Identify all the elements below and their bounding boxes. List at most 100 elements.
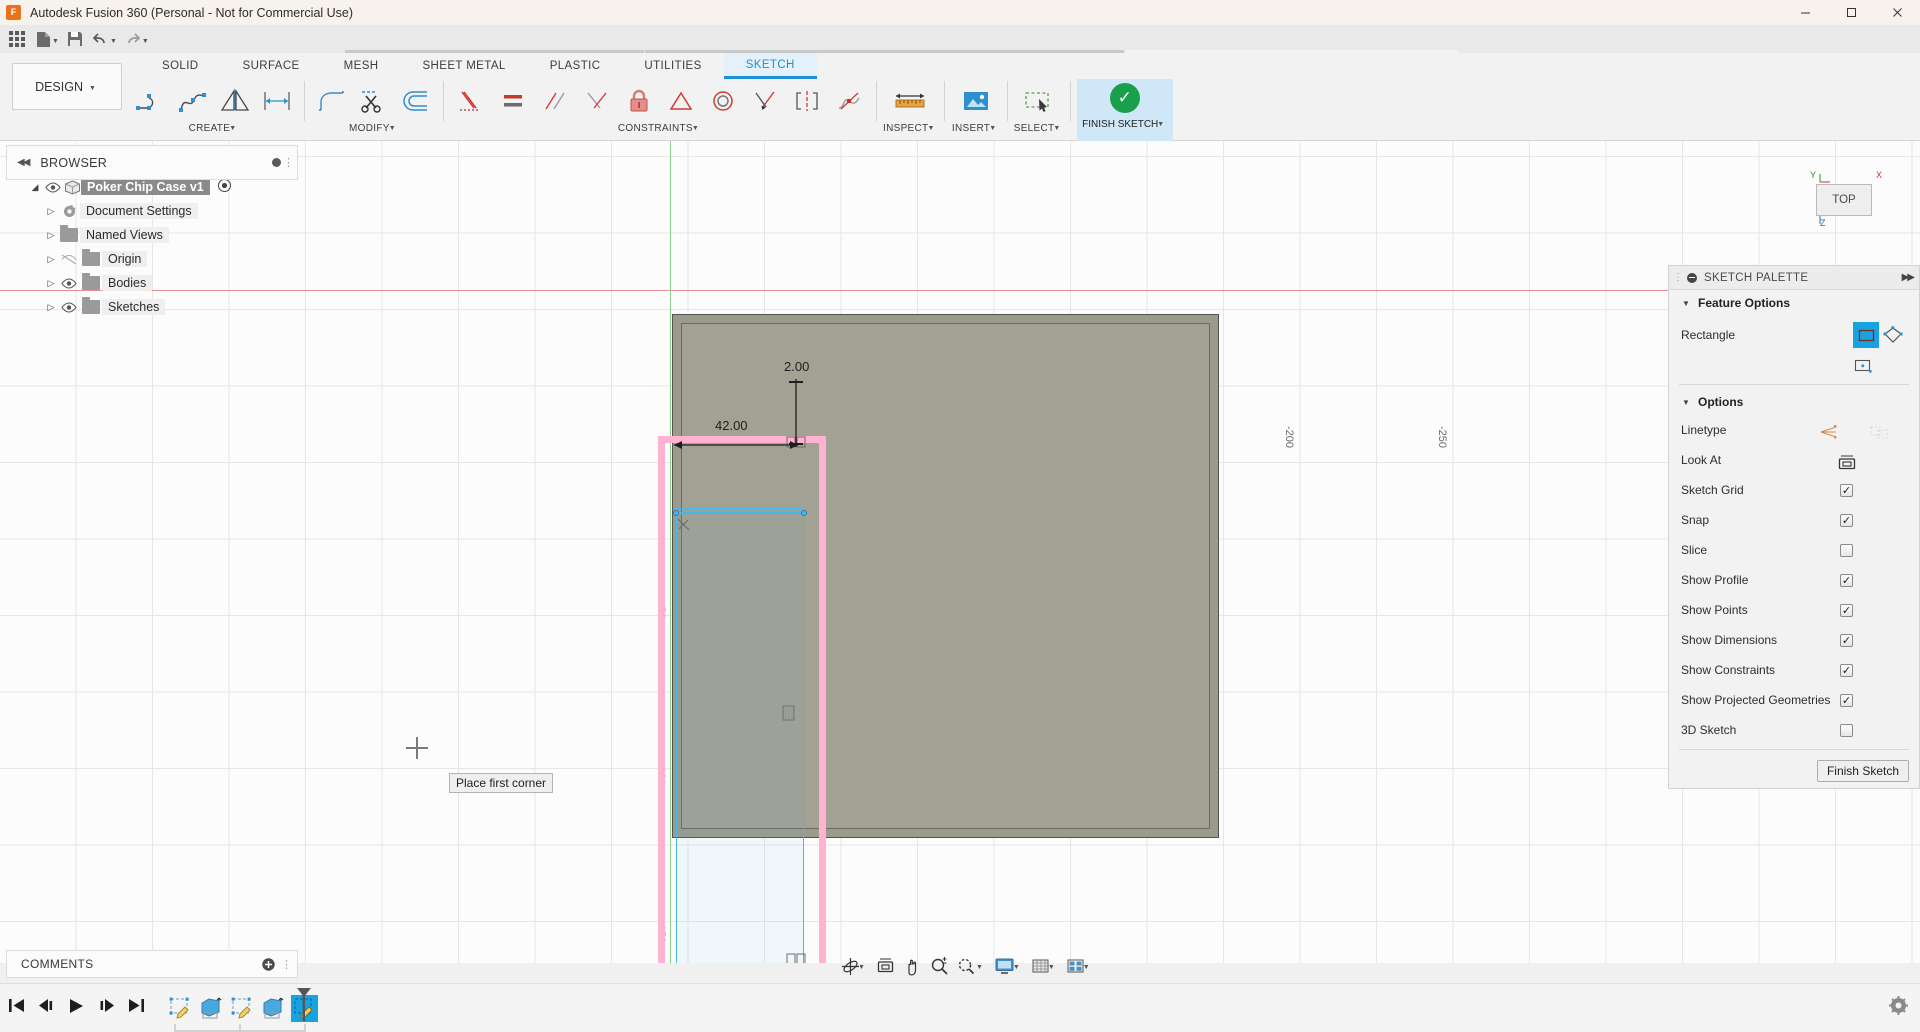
panel-grip-icon[interactable]: ⋮ (1673, 272, 1683, 283)
ribbon-tab-solid[interactable]: SOLID (140, 53, 221, 79)
comments-panel[interactable]: COMMENTS ⋮ (6, 950, 298, 978)
expand-triangle-icon[interactable]: ◢ (28, 180, 42, 194)
activate-component-icon[interactable] (217, 179, 231, 195)
perpendicular-constraint-icon[interactable] (576, 79, 618, 123)
minimize-panel-icon[interactable] (1687, 272, 1697, 283)
expand-triangle-icon[interactable]: ▷ (44, 300, 58, 314)
app-grid-icon[interactable] (4, 27, 30, 51)
measure-tool-icon[interactable] (885, 79, 935, 123)
minimize-button[interactable] (1782, 0, 1828, 25)
close-button[interactable] (1874, 0, 1920, 25)
slice-checkbox[interactable]: ✓ (1840, 543, 1853, 557)
viewports-button[interactable]: ▼ (1063, 953, 1096, 979)
chevron-down-icon[interactable]: ▼ (389, 125, 396, 132)
skip-to-end-button[interactable] (128, 998, 145, 1018)
dimension-value-2[interactable]: 2.00 (784, 359, 809, 374)
spline-tool-icon[interactable] (172, 79, 214, 123)
constraint-glyph-perpendicular[interactable] (676, 517, 692, 533)
rectangle-3point-icon[interactable] (1879, 325, 1907, 345)
select-tool-icon[interactable] (1014, 79, 1064, 123)
browser-item-bodies[interactable]: ▷ Bodies (6, 271, 298, 295)
concentric-constraint-icon[interactable] (702, 79, 744, 123)
viewports-chevron-down-icon[interactable]: ▼ (1083, 962, 1090, 971)
expand-panel-icon[interactable]: ▶▶ (1902, 272, 1915, 283)
chevron-down-icon[interactable]: ▼ (229, 125, 236, 132)
sketch-rectangle[interactable] (676, 508, 804, 963)
ribbon-tab-sketch[interactable]: SKETCH (723, 53, 817, 79)
ribbon-tab-mesh[interactable]: MESH (322, 53, 401, 79)
symmetry-constraint-icon[interactable] (786, 79, 828, 123)
look-at-icon[interactable] (1837, 454, 1857, 469)
section-feature-options[interactable]: ▼ Feature Options (1669, 290, 1919, 316)
normal-construction-line-icon[interactable] (1819, 424, 1839, 438)
chevron-down-icon[interactable]: ▼ (1053, 125, 1060, 132)
horizontal-vertical-constraint-icon[interactable] (450, 79, 492, 123)
timeline-settings-gear-icon[interactable] (1889, 996, 1908, 1020)
orbit-chevron-down-icon[interactable]: ▼ (858, 962, 865, 971)
pan-button[interactable] (900, 953, 925, 979)
chevron-down-icon[interactable]: ▼ (989, 125, 996, 132)
collapse-panel-icon[interactable]: ◀◀ (17, 157, 30, 168)
timeline-marker-icon[interactable] (296, 987, 312, 1026)
trim-tool-icon[interactable] (353, 79, 395, 123)
timeline-feature-sketch-2[interactable] (229, 995, 256, 1022)
fillet-tool-icon[interactable] (311, 79, 353, 123)
rectangle-center-icon[interactable] (1853, 358, 1875, 377)
grid-chevron-down-icon[interactable]: ▼ (1048, 962, 1055, 971)
ribbon-tab-sheet-metal[interactable]: SHEET METAL (400, 53, 527, 79)
chevron-down-icon[interactable]: ▼ (692, 125, 699, 132)
browser-item-sketches[interactable]: ▷ Sketches (6, 295, 298, 319)
browser-item-document-settings[interactable]: ▷ Document Settings (6, 199, 298, 223)
panel-resize-grip[interactable]: ⋮ (281, 958, 292, 971)
expand-triangle-icon[interactable]: ▷ (44, 276, 58, 290)
browser-item-origin[interactable]: ▷ Origin (6, 247, 298, 271)
insert-image-icon[interactable] (951, 79, 1001, 123)
rectangle-2point-icon[interactable] (1853, 322, 1879, 348)
add-comment-icon[interactable] (262, 957, 275, 971)
constraint-glyph-vertical[interactable] (782, 705, 795, 721)
maximize-button[interactable] (1828, 0, 1874, 25)
visibility-hidden-eye-icon[interactable] (58, 254, 80, 265)
centerline-icon[interactable] (1869, 424, 1889, 438)
ribbon-tab-utilities[interactable]: UTILITIES (622, 53, 723, 79)
fit-button[interactable]: ▼ (954, 953, 989, 979)
zoom-button[interactable] (927, 953, 952, 979)
save-icon[interactable] (62, 27, 88, 51)
display-chevron-down-icon[interactable]: ▼ (1013, 962, 1020, 971)
timeline-feature-sketch-1[interactable] (167, 995, 194, 1022)
sketch-point[interactable] (801, 510, 807, 516)
browser-settings-icon[interactable] (272, 158, 281, 167)
collinear-constraint-icon[interactable] (744, 79, 786, 123)
visibility-eye-icon[interactable] (58, 277, 80, 289)
timeline-feature-extrude-1[interactable] (198, 995, 225, 1022)
visibility-eye-icon[interactable] (58, 301, 80, 313)
mirror-tool-icon[interactable] (214, 79, 256, 123)
fit-chevron-down-icon[interactable]: ▼ (976, 962, 983, 971)
show-profile-checkbox[interactable]: ✓ (1840, 573, 1853, 587)
chevron-down-icon[interactable]: ▼ (1157, 121, 1164, 128)
ribbon-tab-plastic[interactable]: PLASTIC (528, 53, 623, 79)
orbit-button[interactable]: ▼ (838, 953, 871, 979)
grid-snap-button[interactable]: ▼ (1028, 953, 1061, 979)
parallel-constraint-icon[interactable] (534, 79, 576, 123)
constraint-glyph-coincident[interactable] (786, 953, 806, 963)
timeline-feature-extrude-2[interactable] (260, 995, 287, 1022)
line-tool-icon[interactable] (130, 79, 172, 123)
undo-chevron-down-icon[interactable]: ▼ (110, 34, 117, 45)
step-forward-button[interactable] (98, 998, 115, 1018)
expand-triangle-icon[interactable]: ▷ (44, 252, 58, 266)
sketch-point[interactable] (673, 510, 679, 516)
dimension-value-42[interactable]: 42.00 (715, 418, 748, 433)
ribbon-tab-surface[interactable]: SURFACE (221, 53, 322, 79)
finish-sketch-palette-button[interactable]: Finish Sketch (1816, 760, 1909, 782)
3d-sketch-checkbox[interactable]: ✓ (1840, 723, 1853, 737)
fix-unfix-constraint-icon[interactable] (618, 79, 660, 123)
sketch-horizontal-line[interactable] (676, 512, 804, 514)
expand-triangle-icon[interactable]: ▷ (44, 228, 58, 242)
sketch-grid-checkbox[interactable]: ✓ (1840, 483, 1853, 497)
browser-item-named-views[interactable]: ▷ Named Views (6, 223, 298, 247)
step-back-button[interactable] (38, 998, 55, 1018)
redo-chevron-down-icon[interactable]: ▼ (142, 34, 149, 45)
new-file-chevron-down-icon[interactable]: ▼ (52, 34, 59, 45)
display-settings-button[interactable]: ▼ (991, 953, 1026, 979)
